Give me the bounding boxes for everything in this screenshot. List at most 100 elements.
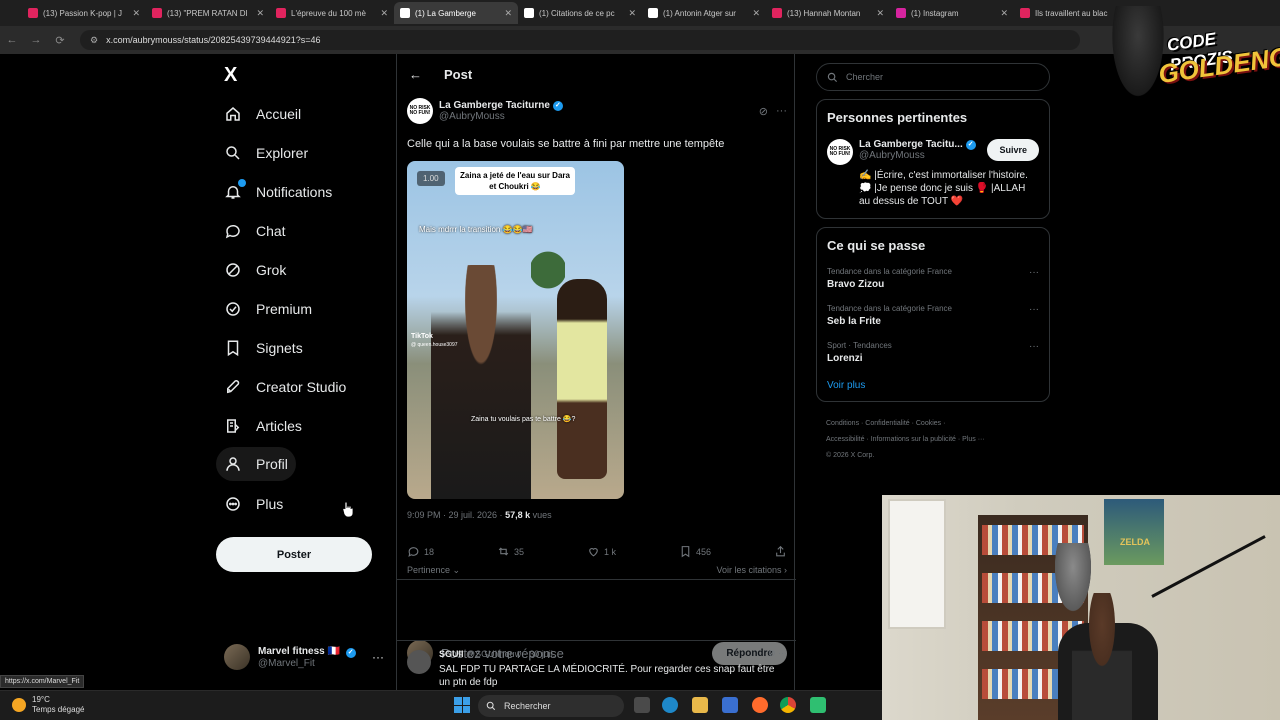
favicon-icon	[1020, 8, 1030, 18]
start-button[interactable]	[454, 697, 470, 713]
close-icon[interactable]: ✕	[752, 8, 760, 19]
home-icon	[224, 105, 242, 123]
close-icon[interactable]: ✕	[380, 8, 388, 19]
close-icon[interactable]: ✕	[256, 8, 264, 19]
more-options-icon[interactable]: ···	[1029, 341, 1039, 352]
close-icon[interactable]: ✕	[504, 8, 512, 19]
browser-tab[interactable]: (1) La Gamberge ✕	[394, 2, 518, 24]
more-options-icon[interactable]: ···	[1029, 267, 1039, 278]
browser-tab[interactable]: (13) Passion K-pop | J ✕	[22, 2, 146, 24]
chrome-icon[interactable]	[780, 697, 796, 713]
url-text: x.com/aubrymouss/status/2082543973944492…	[106, 35, 321, 45]
trend-category: Tendance dans la catégorie France	[827, 304, 952, 313]
browser-tab[interactable]: (13) "PREM RATAN DI ✕	[146, 2, 270, 24]
site-info-icon[interactable]: ⚙	[90, 35, 98, 46]
see-more-link[interactable]: Voir plus	[827, 380, 1039, 391]
more-options-icon[interactable]: ⊘ ···	[768, 648, 787, 659]
taskbar-search[interactable]: Rechercher	[478, 695, 624, 717]
author-name[interactable]: La Gamberge Taciturne	[439, 100, 550, 111]
author-handle[interactable]: @AubryMouss	[439, 111, 563, 122]
column-header: ← Post	[397, 54, 794, 94]
browser-tab[interactable]: (1) Citations de ce pc ✕	[518, 2, 642, 24]
trend-item[interactable]: Sport · Tendances Lorenzi ···	[827, 341, 1039, 364]
windows-taskbar: 19°C Temps dégagé Rechercher	[0, 690, 882, 720]
post: NO RISK NO FUN! La Gamberge Taciturne ✓ @…	[407, 98, 787, 666]
x-logo-icon[interactable]: X	[224, 64, 237, 87]
account-switcher[interactable]: Marvel fitness 🇫🇷 ✓ @Marvel_Fit ···	[224, 641, 384, 673]
trend-item[interactable]: Tendance dans la catégorie France Seb la …	[827, 304, 1039, 327]
follow-button[interactable]: Suivre	[987, 139, 1039, 161]
nav-label: Plus	[256, 496, 284, 512]
back-icon[interactable]: ←	[0, 34, 24, 46]
close-icon[interactable]: ✕	[1000, 8, 1008, 19]
nav-item-plus[interactable]: Plus	[216, 487, 291, 521]
reply-post[interactable]: SGUII @SGUIInquw · 30 juil. ⊘ ··· SAL FD…	[407, 648, 787, 689]
back-arrow-icon[interactable]: ←	[409, 67, 422, 82]
share-button[interactable]	[774, 545, 787, 558]
bookmark-button[interactable]: 456	[679, 545, 711, 558]
close-icon[interactable]: ✕	[876, 8, 884, 19]
footer-line[interactable]: Accessibilité · Informations sur la publ…	[826, 432, 1050, 448]
wall-poster: ZELDA	[1104, 499, 1164, 565]
file-explorer-icon[interactable]	[692, 697, 708, 713]
reply-button[interactable]: 18	[407, 545, 434, 558]
nav-item-premium[interactable]: Premium	[216, 292, 320, 326]
person-bio: ✍️ |Écrire, c'est immortaliser l'histoir…	[859, 170, 1028, 207]
browser-tab[interactable]: L'épreuve du 100 mè ✕	[270, 2, 394, 24]
nav-item-signets[interactable]: Signets	[216, 331, 311, 365]
nav-item-accueil[interactable]: Accueil	[216, 97, 309, 131]
edge-icon[interactable]	[662, 697, 678, 713]
more-options-icon[interactable]: ···	[1029, 304, 1039, 315]
post-button[interactable]: Poster	[216, 537, 372, 572]
nav-label: Grok	[256, 262, 287, 278]
task-view-icon[interactable]	[634, 697, 650, 713]
app-icon[interactable]	[810, 697, 826, 713]
address-bar[interactable]: ⚙ x.com/aubrymouss/status/20825439739444…	[80, 30, 1080, 50]
browser-tab[interactable]: (1) Antonin Atger sur ✕	[642, 2, 766, 24]
footer-line[interactable]: Conditions · Confidentialité · Cookies ·	[826, 416, 1050, 432]
store-icon[interactable]	[722, 697, 738, 713]
more-options-icon[interactable]: ···	[776, 105, 787, 118]
reload-icon[interactable]: ⟳	[48, 34, 72, 47]
avatar	[407, 650, 431, 674]
trend-name: Seb la Frite	[827, 316, 881, 327]
favicon-icon	[276, 8, 286, 18]
close-icon[interactable]: ✕	[628, 8, 636, 19]
nav-item-explorer[interactable]: Explorer	[216, 136, 316, 170]
post-video[interactable]: 1.00 Zaina a jeté de l'eau sur Dara et C…	[407, 161, 624, 499]
more-icon	[224, 495, 242, 513]
nav-item-profil[interactable]: Profil	[216, 447, 296, 481]
forward-icon[interactable]: →	[24, 34, 48, 46]
logo-figure	[1108, 6, 1168, 106]
person-name[interactable]: La Gamberge Tacitu...	[859, 139, 963, 150]
close-icon[interactable]: ✕	[132, 8, 140, 19]
relevant-people-card: Personnes pertinentes NO RISK NO FUN! La…	[816, 99, 1050, 219]
nav-item-chat[interactable]: Chat	[216, 214, 294, 248]
avatar[interactable]: NO RISK NO FUN!	[827, 139, 853, 165]
main-column: ← Post NO RISK NO FUN! La Gamberge Tacit…	[396, 54, 796, 690]
verified-icon: ✓	[965, 139, 976, 150]
nav-item-notifications[interactable]: Notifications	[216, 175, 340, 209]
nav-item-articles[interactable]: Articles	[216, 409, 310, 443]
nav-item-creator-studio[interactable]: Creator Studio	[216, 370, 354, 404]
weather-widget[interactable]: 19°C Temps dégagé	[12, 695, 84, 715]
playback-speed[interactable]: 1.00	[417, 171, 445, 186]
post-text: Celle qui a la base voulais se battre à …	[407, 138, 725, 150]
nav-item-grok[interactable]: Grok	[216, 253, 294, 287]
footer-links: Conditions · Confidentialité · Cookies ·…	[816, 416, 1050, 464]
firefox-icon[interactable]	[752, 697, 768, 713]
avatar[interactable]: NO RISK NO FUN!	[407, 98, 433, 124]
like-button[interactable]: 1 k	[587, 545, 616, 558]
more-options-icon[interactable]: ···	[372, 650, 384, 664]
view-quotes-link[interactable]: Voir les citations ›	[716, 565, 787, 576]
relevance-dropdown[interactable]: Pertinence ⌄	[407, 565, 460, 576]
weather-text: Temps dégagé	[32, 705, 85, 714]
favicon-icon	[400, 8, 410, 18]
search-input[interactable]: Chercher	[816, 63, 1050, 91]
bell-icon	[224, 179, 246, 201]
grok-icon[interactable]: ⊘	[759, 105, 768, 118]
browser-tab[interactable]: (1) Instagram ✕	[890, 2, 1014, 24]
browser-tab[interactable]: (13) Hannah Montan ✕	[766, 2, 890, 24]
repost-button[interactable]: 35	[497, 545, 524, 558]
trend-item[interactable]: Tendance dans la catégorie France Bravo Z…	[827, 267, 1039, 290]
